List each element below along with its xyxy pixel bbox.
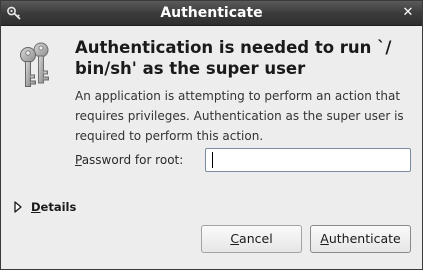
window-title: Authenticate (160, 5, 263, 21)
authenticate-button[interactable]: Authenticate (310, 225, 411, 253)
authenticate-label: uthenticate (328, 231, 401, 246)
close-button[interactable]: ✕ (400, 5, 416, 21)
password-label: Password for root: (75, 151, 183, 169)
authenticate-dialog: Authenticate ✕ Authentication is needed … (0, 0, 423, 270)
text-cursor (212, 152, 213, 168)
password-label-mnemonic: P (75, 153, 82, 167)
details-label: Details (31, 199, 76, 215)
title-bar[interactable]: Authenticate ✕ (1, 1, 422, 26)
expander-right-icon (14, 201, 22, 213)
dialog-message: An application is attempting to perform … (75, 89, 404, 143)
details-label-text: etails (40, 200, 77, 214)
dialog-heading: Authentication is needed to run `/ bin/s… (75, 38, 392, 78)
cancel-mnemonic: C (230, 231, 240, 246)
password-label-text: assword for root: (81, 153, 184, 167)
authenticate-mnemonic: A (320, 231, 329, 246)
password-input[interactable] (205, 148, 411, 172)
cancel-button[interactable]: Cancel (201, 225, 302, 253)
cancel-label: ancel (239, 231, 273, 246)
keys-icon (20, 42, 49, 87)
details-label-mnemonic: D (31, 200, 41, 214)
